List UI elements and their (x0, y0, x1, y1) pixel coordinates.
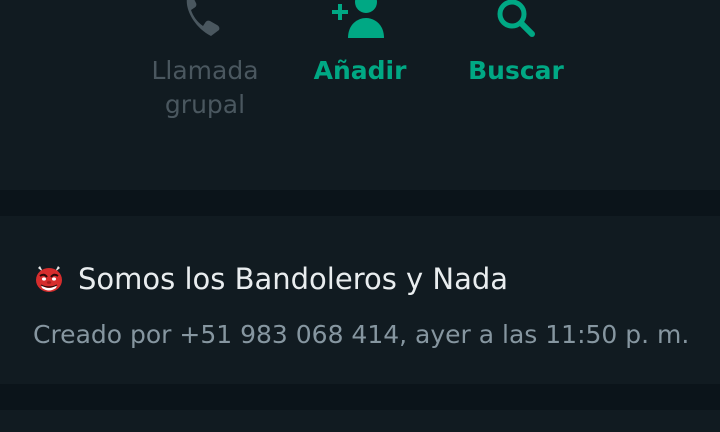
group-call-label: Llamada grupal (151, 56, 259, 119)
search-button[interactable]: Buscar (456, 0, 576, 88)
group-title-row: Somos los Bandoleros y Nada (32, 261, 508, 297)
search-icon (484, 0, 548, 44)
section-divider (0, 190, 720, 216)
group-name: Somos los Bandoleros y Nada (78, 262, 509, 296)
phone-plus-icon (173, 0, 237, 44)
group-description-card[interactable]: Somos los Bandoleros y Nada Creado por +… (0, 216, 720, 384)
devil-mask-emoji-icon (36, 266, 62, 292)
group-info-screen: Llamada grupal Añadir Buscar Somos los B… (0, 0, 720, 432)
group-call-button[interactable]: Llamada grupal (140, 0, 270, 122)
group-created-info: Creado por +51 983 068 414, ayer a las 1… (33, 320, 690, 349)
group-actions-card: Llamada grupal Añadir Buscar (0, 0, 720, 190)
next-section-card (0, 410, 720, 432)
add-participant-button[interactable]: Añadir (300, 0, 420, 88)
add-person-icon (328, 0, 392, 44)
